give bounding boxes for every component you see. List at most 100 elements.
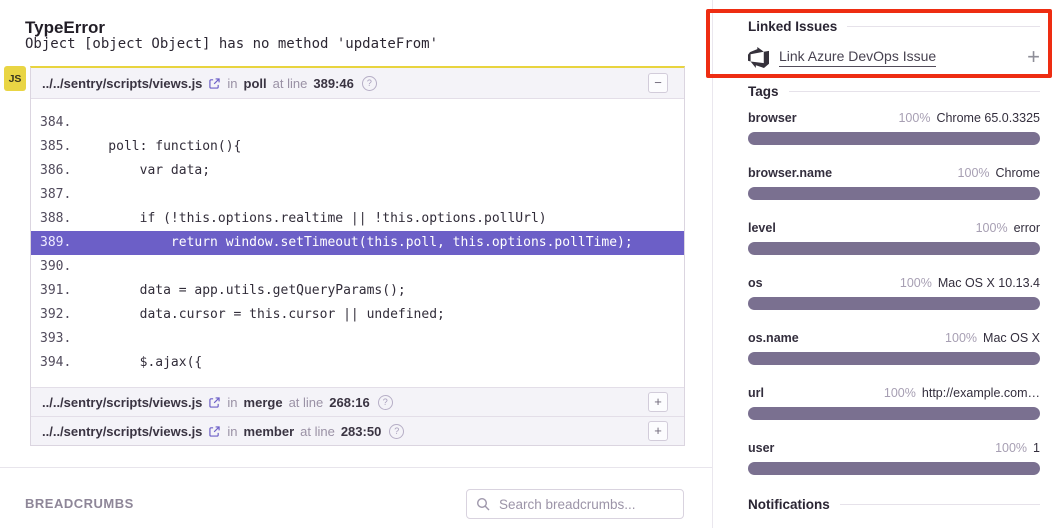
heading-rule [847, 26, 1040, 27]
tags-heading: Tags [748, 84, 1040, 99]
frame-header-member[interactable]: ../../sentry/scripts/views.js in member … [31, 416, 684, 445]
linked-issues-heading-label: Linked Issues [748, 19, 837, 34]
line-number: 388. [31, 207, 77, 231]
in-label: in [227, 424, 237, 439]
at-line-label: at line [289, 395, 324, 410]
tag-row-url: url 100%http://example.com… [748, 386, 1040, 420]
code-text: if (!this.options.realtime || !this.opti… [77, 207, 684, 231]
link-azure-devops-issue-link[interactable]: Link Azure DevOps Issue [779, 48, 936, 67]
collapse-frame-button[interactable]: − [648, 73, 668, 93]
tag-bar [748, 407, 1040, 420]
tag-bar [748, 462, 1040, 475]
code-line-highlighted: 389. return window.setTimeout(this.poll,… [31, 231, 684, 255]
tag-row-os: os 100% Mac OS X 10.13.4 [748, 276, 1040, 310]
tag-row-level: level 100% error [748, 221, 1040, 255]
tag-bar [748, 132, 1040, 145]
frame-file-path: ../../sentry/scripts/views.js [42, 424, 202, 439]
code-line: 387. [31, 183, 684, 207]
external-link-icon[interactable] [209, 78, 220, 89]
tag-value: Mac OS X 10.13.4 [938, 276, 1040, 290]
tag-bar [748, 187, 1040, 200]
code-line: 392. data.cursor = this.cursor || undefi… [31, 303, 684, 327]
tag-percent: 100% [945, 331, 977, 345]
tags-heading-label: Tags [748, 84, 779, 99]
code-line: 390. [31, 255, 684, 279]
notifications-heading: Notifications [748, 497, 1040, 512]
tag-key: browser.name [748, 166, 832, 180]
tag-key: os.name [748, 331, 799, 345]
tag-percent: 100% [995, 441, 1027, 455]
section-divider [0, 467, 712, 468]
code-text: var data; [77, 159, 684, 183]
tag-percent: 100% [884, 386, 916, 400]
code-block: 384. 385. poll: function(){ 386. var dat… [31, 99, 684, 387]
tag-value: Chrome [996, 166, 1040, 180]
sidebar-divider [712, 0, 713, 528]
code-line: 384. [31, 111, 684, 135]
tag-value: 1 [1033, 441, 1040, 455]
tag-bar [748, 352, 1040, 365]
at-line-label: at line [300, 424, 335, 439]
code-text: poll: function(){ [77, 135, 684, 159]
code-text: data.cursor = this.cursor || undefined; [77, 303, 684, 327]
code-line: 394. $.ajax({ [31, 351, 684, 375]
at-line-label: at line [273, 76, 308, 91]
tag-key: level [748, 221, 776, 235]
code-line: 388. if (!this.options.realtime || !this… [31, 207, 684, 231]
tag-percent: 100% [976, 221, 1008, 235]
line-number: 389. [31, 231, 77, 255]
tag-row-os-name: os.name 100% Mac OS X [748, 331, 1040, 365]
tag-percent: 100% [900, 276, 932, 290]
frame-function: merge [244, 395, 283, 410]
breadcrumbs-search[interactable] [466, 489, 684, 519]
line-number: 385. [31, 135, 77, 159]
code-text: $.ajax({ [77, 351, 684, 375]
stack-trace-panel: ../../sentry/scripts/views.js in poll at… [30, 66, 685, 446]
frame-function: poll [244, 76, 267, 91]
line-number: 393. [31, 327, 77, 351]
code-line: 393. [31, 327, 684, 351]
add-linked-issue-button[interactable]: + [1027, 46, 1040, 68]
help-icon[interactable]: ? [362, 76, 377, 91]
in-label: in [227, 395, 237, 410]
tag-key: os [748, 276, 763, 290]
frame-file-path: ../../sentry/scripts/views.js [42, 395, 202, 410]
breadcrumbs-heading: BREADCRUMBS [25, 496, 134, 511]
code-line: 386. var data; [31, 159, 684, 183]
frame-header-poll[interactable]: ../../sentry/scripts/views.js in poll at… [31, 68, 684, 99]
azure-devops-icon [748, 47, 769, 68]
platform-badge-js: JS [4, 66, 26, 91]
sidebar: Linked Issues Link Azure DevOps Issue + … [748, 0, 1040, 528]
tag-value: error [1014, 221, 1040, 235]
line-number: 384. [31, 111, 77, 135]
search-input[interactable] [497, 496, 674, 513]
tag-key: user [748, 441, 774, 455]
tag-row-browser: browser 100%Chrome 65.0.3325 [748, 111, 1040, 145]
code-line: 385. poll: function(){ [31, 135, 684, 159]
external-link-icon[interactable] [209, 426, 220, 437]
tag-bar [748, 297, 1040, 310]
help-icon[interactable]: ? [389, 424, 404, 439]
in-label: in [227, 76, 237, 91]
line-number: 387. [31, 183, 77, 207]
code-text [77, 111, 684, 135]
tag-row-browser-name: browser.name 100% Chrome [748, 166, 1040, 200]
external-link-icon[interactable] [209, 397, 220, 408]
tag-value: Chrome 65.0.3325 [936, 111, 1040, 125]
frame-line-number: 283:50 [341, 424, 381, 439]
tag-value: Mac OS X [983, 331, 1040, 345]
frame-line-number: 268:16 [329, 395, 369, 410]
linked-issues-heading: Linked Issues [748, 19, 1040, 34]
tag-percent: 100% [958, 166, 990, 180]
expand-frame-button[interactable]: + [648, 421, 668, 441]
expand-frame-button[interactable]: + [648, 392, 668, 412]
frame-line-number: 389:46 [313, 76, 353, 91]
tag-key: browser [748, 111, 797, 125]
line-number: 386. [31, 159, 77, 183]
code-text: data = app.utils.getQueryParams(); [77, 279, 684, 303]
help-icon[interactable]: ? [378, 395, 393, 410]
search-icon [476, 497, 490, 511]
frame-header-merge[interactable]: ../../sentry/scripts/views.js in merge a… [31, 387, 684, 416]
code-text [77, 327, 684, 351]
linked-issues-row: Link Azure DevOps Issue + [748, 46, 1040, 68]
